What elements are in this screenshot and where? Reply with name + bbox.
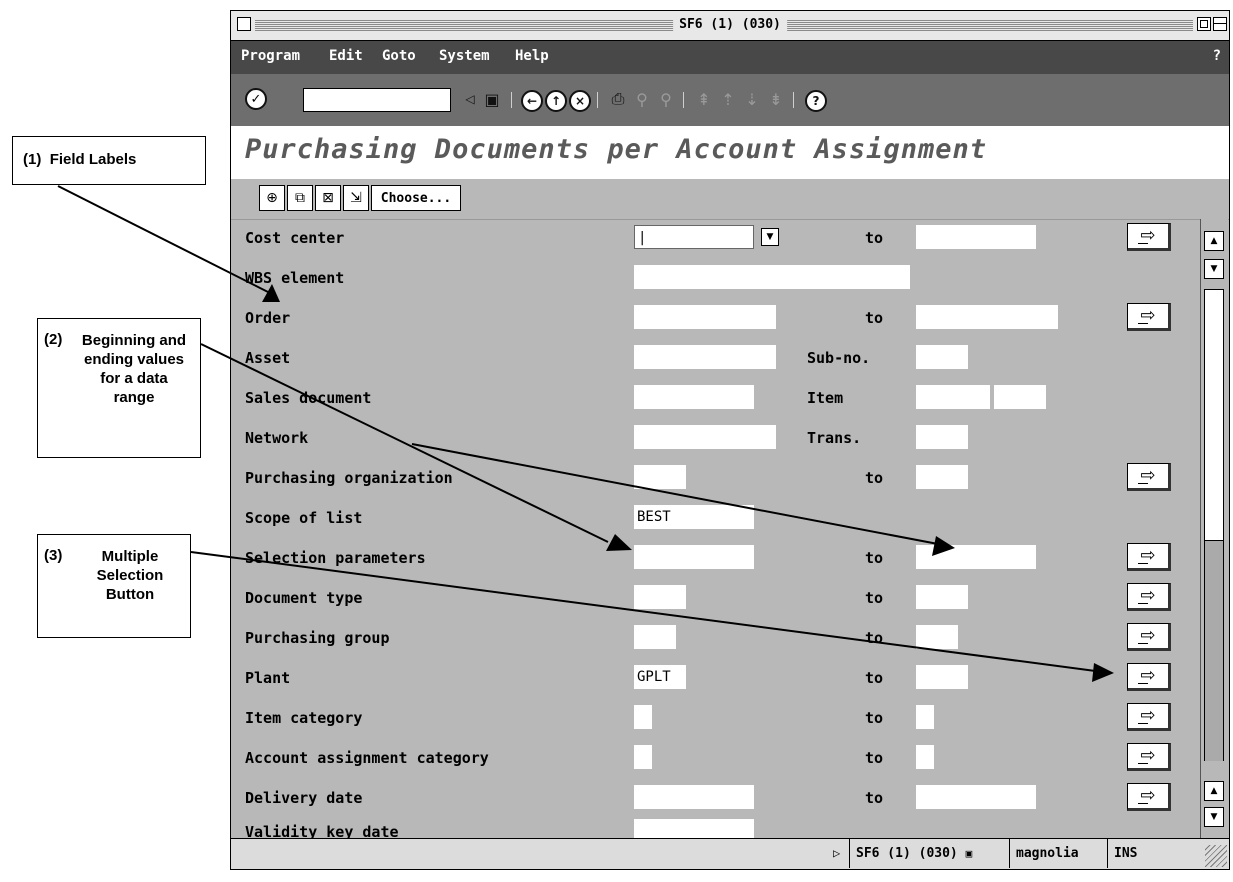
arrow-field-labels	[57, 185, 269, 293]
arrow-multiple-selection	[190, 551, 1104, 673]
arrowhead-multiple-selection	[1092, 663, 1114, 682]
arrow-range-end	[411, 443, 939, 545]
callout-arrows	[57, 185, 1114, 682]
arrow-range-begin	[200, 343, 609, 543]
arrowhead-field-labels	[262, 284, 280, 302]
arrowhead-range-begin	[606, 534, 632, 551]
arrowhead-range-end	[932, 536, 955, 556]
